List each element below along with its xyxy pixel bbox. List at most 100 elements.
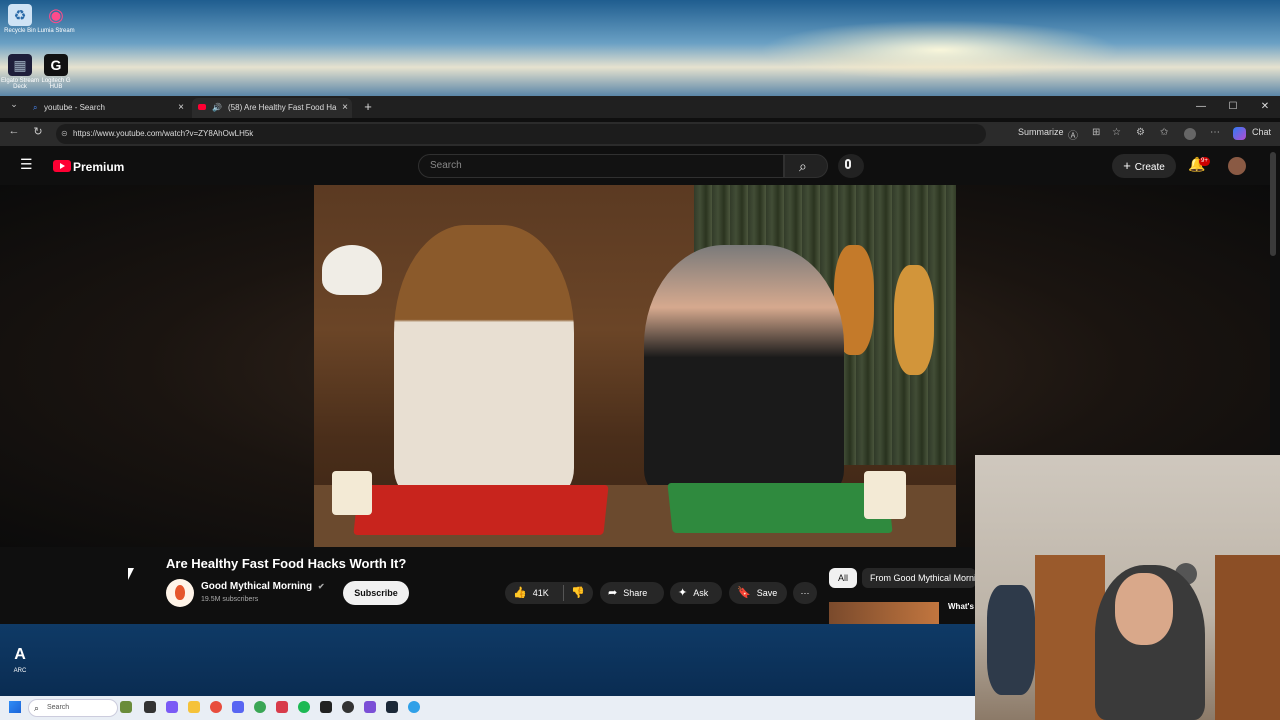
share-button[interactable]: ➦ Share (600, 582, 664, 604)
save-button[interactable]: 🔖 Save (729, 582, 787, 604)
voice-search-button[interactable] (838, 154, 864, 178)
minimize-button[interactable]: — (1186, 96, 1216, 118)
chrome-icon[interactable] (210, 701, 222, 713)
search-icon: ⌕ (799, 158, 807, 174)
ask-label: Ask (693, 588, 709, 598)
desktop-icon-label: Lumia Stream (37, 28, 75, 34)
site-info-icon[interactable]: ⊝ (61, 124, 68, 144)
discord-icon[interactable] (232, 701, 244, 713)
video-chicken-plush (322, 245, 382, 295)
summarize-button[interactable]: Summarize (1018, 127, 1064, 137)
task-view-icon[interactable] (144, 701, 156, 713)
tab-list-chevron-icon[interactable]: ⌄ (6, 99, 22, 110)
desktop-icon-label: Elgato Stream Deck (0, 78, 40, 90)
recycle-bin-icon: ♻ (8, 4, 32, 26)
thumbs-up-icon: 👍 (513, 587, 527, 599)
new-tab-button[interactable]: + (353, 96, 383, 118)
taskbar-app-icon[interactable] (320, 701, 332, 713)
taskbar-app-icon[interactable] (254, 701, 266, 713)
search-button[interactable]: ⌕ (784, 154, 828, 178)
taskbar-search-input[interactable]: ⌕ Search (28, 699, 118, 717)
tab-youtube-search[interactable]: ⌕ youtube - Search × (28, 98, 188, 118)
read-aloud-icon[interactable]: Ⓐ (1068, 127, 1078, 142)
logitech-ghub-icon: G (44, 54, 68, 76)
chip-from-channel[interactable]: From Good Mythical Morning (862, 568, 976, 588)
channel-name-text: Good Mythical Morning (201, 581, 313, 592)
search-input[interactable]: Search (418, 154, 784, 178)
video-frame[interactable] (314, 185, 956, 547)
webcam-streamer-face (1115, 573, 1173, 645)
divider (563, 585, 564, 601)
tab-youtube-video[interactable]: 🔊 (58) Are Healthy Fast Food Ha × (192, 98, 352, 118)
desktop-icon-lumia-stream[interactable]: ◉ Lumia Stream (36, 4, 76, 34)
audio-playing-icon[interactable]: 🔊 (212, 98, 222, 118)
tab-bar: ⌄ ⌕ youtube - Search × 🔊 (58) Are Health… (0, 96, 1280, 118)
share-label: Share (623, 588, 648, 598)
windows-start-icon[interactable] (9, 701, 21, 713)
account-avatar[interactable] (1228, 157, 1246, 175)
more-actions-button[interactable]: ··· (793, 582, 817, 604)
extensions-icon[interactable]: ⚙ (1136, 127, 1145, 138)
webcam-overlay (975, 455, 1280, 720)
thumbs-down-icon: 👎 (571, 587, 585, 599)
taskbar-app-icon[interactable] (166, 701, 178, 713)
like-button[interactable]: 👍 41K (513, 582, 549, 604)
url-input[interactable]: ⊝ https://www.youtube.com/watch?v=ZY8AhO… (56, 124, 986, 144)
microphone-icon (845, 159, 851, 169)
desktop-icon-recycle-bin[interactable]: ♻ Recycle Bin (0, 4, 40, 34)
taskbar-app-icon[interactable] (120, 701, 132, 713)
spotify-icon[interactable] (298, 701, 310, 713)
arc-icon: A (14, 646, 26, 663)
ask-button[interactable]: ✦ Ask (670, 582, 722, 604)
search-icon: ⌕ (33, 103, 38, 112)
refresh-icon[interactable]: ↻ (30, 125, 46, 138)
hamburger-menu-icon[interactable]: ☰ (20, 156, 33, 173)
desktop-icon-label: Recycle Bin (4, 28, 36, 34)
obs-icon[interactable] (342, 701, 354, 713)
close-window-button[interactable]: ✕ (1250, 96, 1280, 118)
more-menu-icon[interactable]: ⋯ (1210, 127, 1220, 138)
desktop-icon-logitech-ghub[interactable]: G Logitech G HUB (36, 54, 76, 90)
channel-avatar[interactable] (166, 579, 194, 607)
page-scrollbar[interactable] (1270, 152, 1276, 256)
related-video-title[interactable]: What's world (948, 602, 978, 611)
video-mug (864, 471, 906, 519)
youtube-premium-logo[interactable]: Premium (73, 160, 124, 174)
tab-close-icon[interactable]: × (178, 98, 184, 118)
maximize-button[interactable]: ☐ (1218, 96, 1248, 118)
desktop-icon-stream-deck[interactable]: ▦ Elgato Stream Deck (0, 54, 40, 90)
video-guitar (894, 265, 934, 375)
subscribe-button[interactable]: Subscribe (343, 581, 409, 605)
taskbar-search-placeholder: Search (47, 704, 70, 711)
back-arrow-icon[interactable]: ← (6, 125, 22, 137)
file-explorer-icon[interactable] (188, 701, 200, 713)
favorites-icon[interactable]: ✩ (1160, 127, 1168, 138)
subscriber-count: 19.5M subscribers (201, 596, 259, 603)
chat-button[interactable]: Chat (1252, 127, 1271, 137)
split-screen-icon[interactable]: ⊞ (1092, 127, 1100, 138)
webcam-microphone-arm (987, 585, 1035, 695)
address-bar-row: ← ↻ ⊝ https://www.youtube.com/watch?v=ZY… (0, 122, 1280, 146)
desktop-icon-arc[interactable]: A ARC (0, 644, 40, 674)
youtube-header: ☰ Premium Search ⌕ + Create 🔔 9+ (0, 148, 1270, 184)
taskbar-app-icon[interactable] (364, 701, 376, 713)
edge-icon[interactable] (408, 701, 420, 713)
create-button[interactable]: + Create (1112, 154, 1176, 178)
mouse-cursor-icon (128, 568, 134, 580)
youtube-logo-icon[interactable] (53, 160, 71, 172)
windows-taskbar: ⌕ Search (0, 696, 975, 720)
tab-title: youtube - Search (44, 103, 105, 112)
channel-name[interactable]: Good Mythical Morning ✔ (201, 581, 325, 592)
desktop-icon-label: ARC (13, 668, 27, 674)
tab-close-icon[interactable]: × (342, 98, 348, 118)
webcam-door (1215, 555, 1280, 720)
video-mug (332, 471, 372, 515)
chip-all[interactable]: All (829, 568, 857, 588)
copilot-icon[interactable] (1233, 127, 1246, 140)
taskbar-app-icon[interactable] (276, 701, 288, 713)
favorite-star-icon[interactable]: ☆ (1112, 127, 1121, 138)
dislike-button[interactable]: 👎 (571, 582, 591, 604)
related-video-thumbnail[interactable] (829, 602, 939, 624)
profile-icon[interactable] (1184, 128, 1196, 140)
steam-icon[interactable] (386, 701, 398, 713)
